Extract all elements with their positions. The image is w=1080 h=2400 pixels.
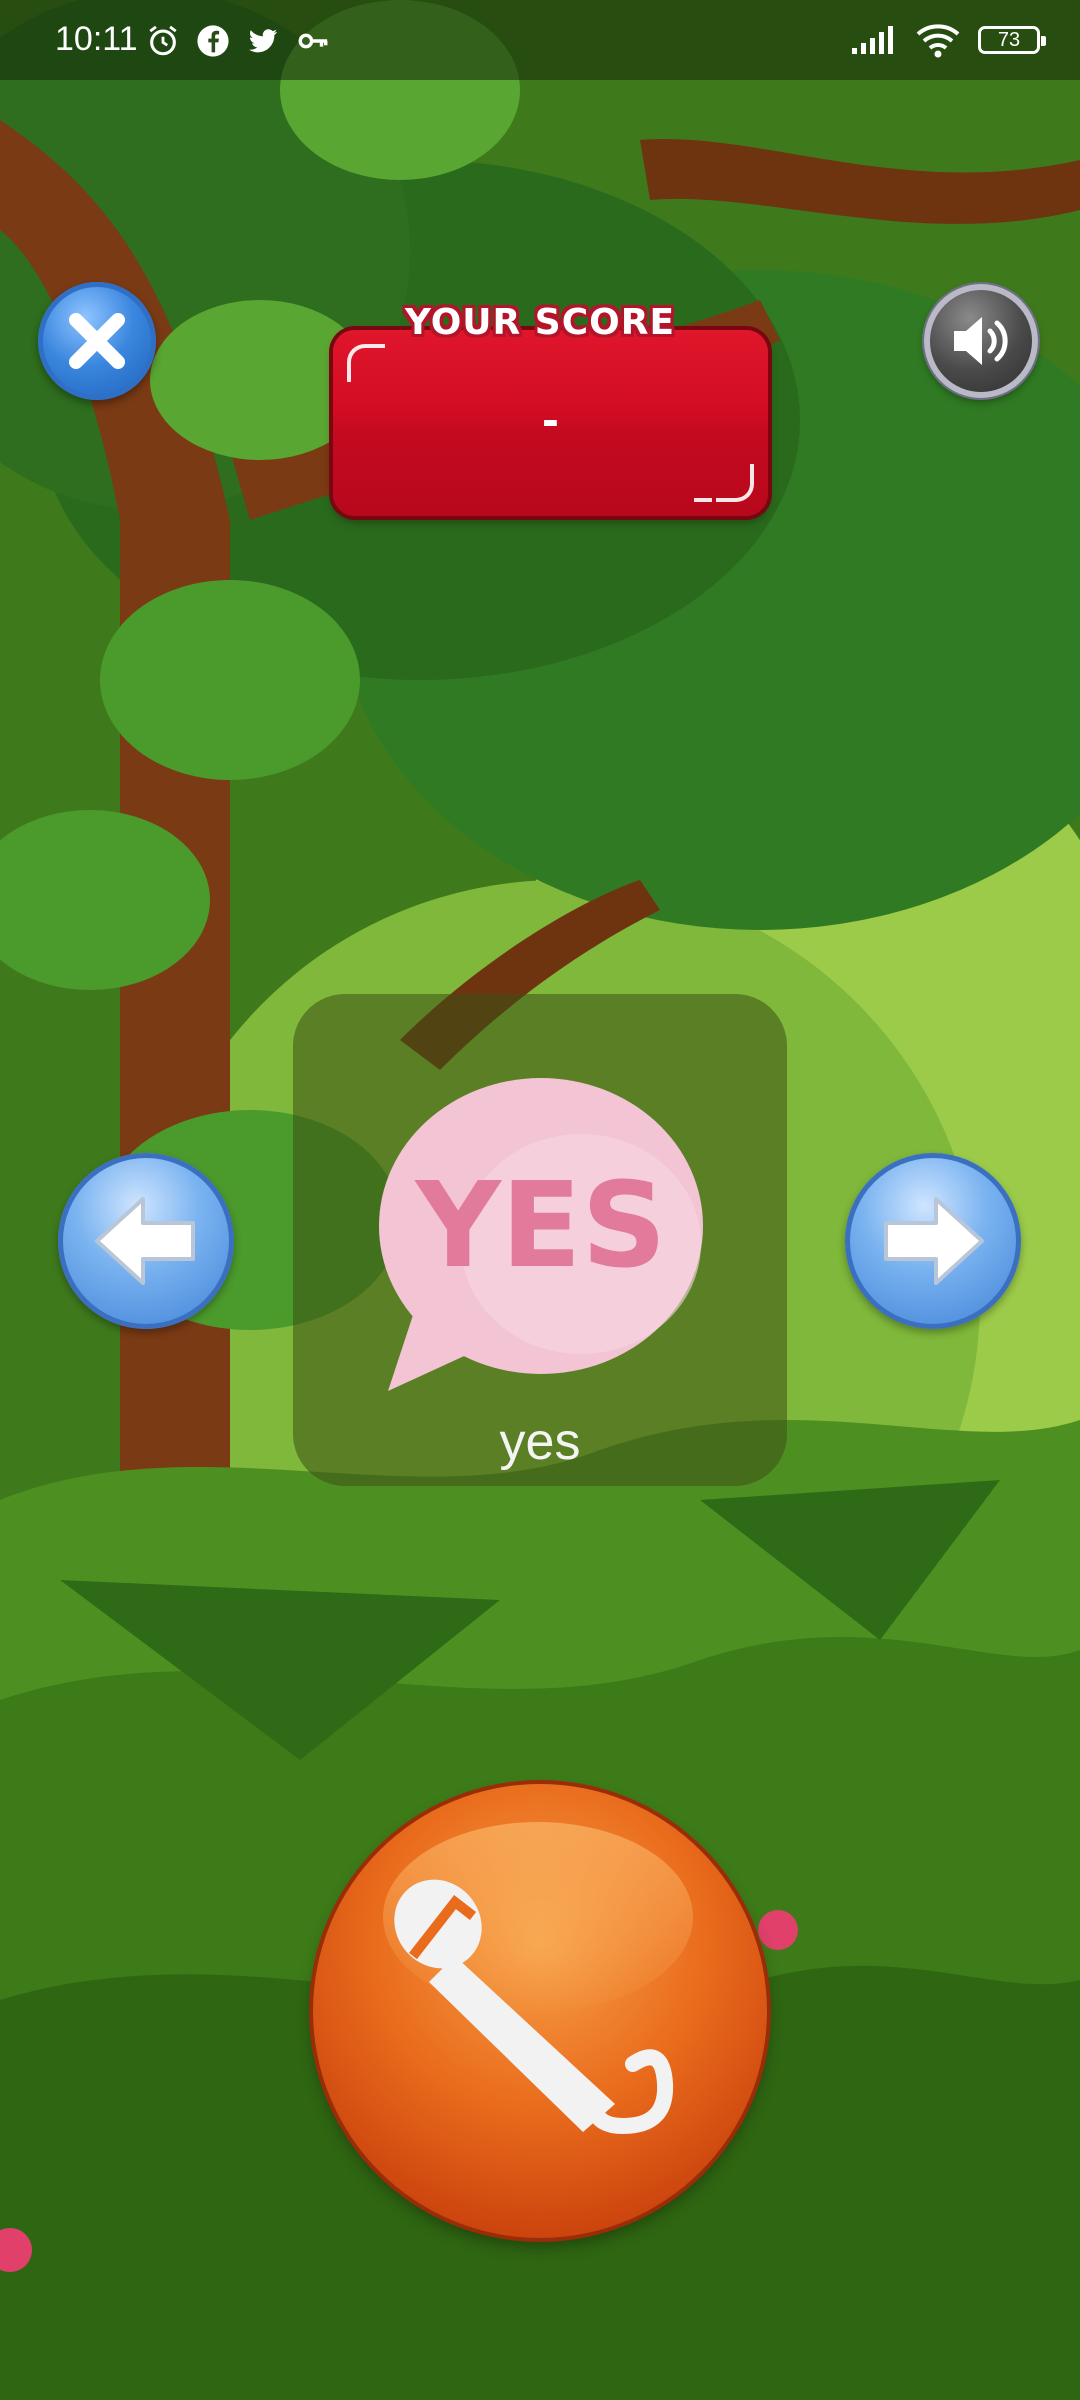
alarm-icon [149,25,177,56]
status-bar: 10:11 73 [0,0,1080,80]
score-value: - [542,391,559,447]
arrow-left-icon [95,1197,195,1285]
score-title: YOUR SCORE [404,302,676,343]
wifi-icon [916,24,960,58]
record-button[interactable] [313,1784,767,2238]
microphone-icon [394,1879,674,2135]
word-label: yes [499,1413,581,1471]
battery-icon: 73 [978,26,1046,54]
sound-button[interactable] [924,284,1038,398]
close-button[interactable] [38,282,156,400]
status-system-icons: 73 [850,22,1046,58]
next-button[interactable] [845,1153,1021,1329]
score-panel: - [333,330,768,516]
status-time: 10:11 [55,20,138,58]
signal-icon [852,26,893,54]
yes-image-text: YES [413,1156,666,1294]
speaker-icon [954,317,1008,365]
previous-button[interactable] [58,1153,234,1329]
yes-speech-bubble-image: YES [379,1078,703,1391]
arrow-right-icon [884,1197,984,1285]
status-notification-icons [146,24,330,58]
key-icon [298,33,328,49]
close-icon [69,313,125,369]
panel-dash-decoration [694,498,712,502]
panel-corner-decoration [716,464,754,502]
twitter-icon [248,29,278,53]
panel-corner-decoration [347,344,385,382]
facebook-icon [197,25,229,57]
